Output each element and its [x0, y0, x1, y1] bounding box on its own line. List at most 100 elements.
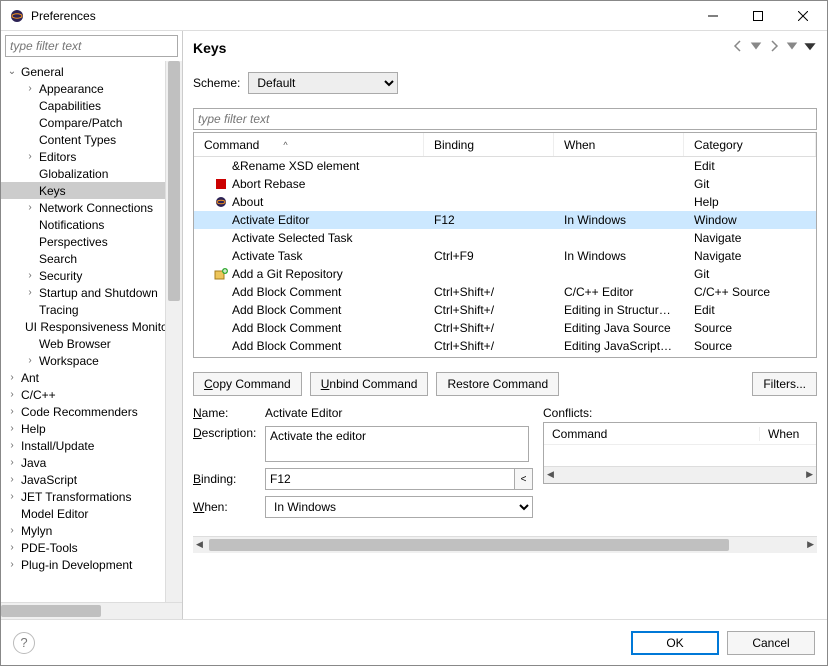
- chevron-right-icon[interactable]: ›: [5, 372, 19, 383]
- tree-item[interactable]: Content Types: [1, 131, 165, 148]
- chevron-right-icon[interactable]: ›: [23, 83, 37, 94]
- chevron-right-icon[interactable]: ›: [23, 151, 37, 162]
- binding-input[interactable]: [265, 468, 515, 490]
- tree-item[interactable]: Globalization: [1, 165, 165, 182]
- tree-item-label: Content Types: [37, 133, 116, 147]
- sidebar-filter-input[interactable]: [5, 35, 178, 57]
- chevron-right-icon[interactable]: ›: [5, 423, 19, 434]
- chevron-right-icon[interactable]: ›: [5, 542, 19, 553]
- table-row[interactable]: &Rename XSD elementEdit: [194, 157, 816, 175]
- tree-item[interactable]: ›Java: [1, 454, 165, 471]
- nav-forward-icon[interactable]: [767, 39, 781, 56]
- tree-item[interactable]: ›Plug-in Development: [1, 556, 165, 573]
- table-row[interactable]: Add BookmarkEdit: [194, 355, 816, 357]
- close-button[interactable]: [780, 2, 825, 30]
- conflicts-horizontal-scrollbar[interactable]: ◀▶: [544, 466, 816, 483]
- tree-item[interactable]: ›Startup and Shutdown: [1, 284, 165, 301]
- maximize-button[interactable]: [735, 2, 780, 30]
- column-header-binding[interactable]: Binding: [424, 133, 554, 156]
- table-filter-input[interactable]: [193, 108, 817, 130]
- restore-command-button[interactable]: Restore Command: [436, 372, 559, 396]
- column-header-category[interactable]: Category: [684, 133, 816, 156]
- tree-item-label: Globalization: [37, 167, 108, 181]
- nav-back-icon[interactable]: [731, 39, 745, 56]
- table-row[interactable]: Add Block CommentCtrl+Shift+/Editing Jav…: [194, 319, 816, 337]
- column-header-command[interactable]: Command^: [194, 133, 424, 156]
- nav-forward-menu-icon[interactable]: [785, 39, 799, 56]
- help-icon[interactable]: ?: [13, 632, 35, 654]
- chevron-right-icon[interactable]: ›: [5, 389, 19, 400]
- table-row[interactable]: Add Block CommentCtrl+Shift+/Editing in …: [194, 301, 816, 319]
- tree-item[interactable]: ›Network Connections: [1, 199, 165, 216]
- table-row[interactable]: Activate EditorF12In WindowsWindow: [194, 211, 816, 229]
- tree-item[interactable]: ›Help: [1, 420, 165, 437]
- chevron-right-icon[interactable]: ›: [5, 491, 19, 502]
- tree-item[interactable]: ›Mylyn: [1, 522, 165, 539]
- table-row[interactable]: Add Block CommentCtrl+Shift+/Editing Jav…: [194, 337, 816, 355]
- cell-binding: Ctrl+F9: [424, 249, 554, 263]
- tree-item[interactable]: ›JET Transformations: [1, 488, 165, 505]
- conflicts-col-command[interactable]: Command: [544, 427, 760, 441]
- blank-icon: [214, 213, 228, 227]
- tree-item[interactable]: ›Workspace: [1, 352, 165, 369]
- main-horizontal-scrollbar[interactable]: ◀▶: [193, 536, 817, 553]
- tree-item[interactable]: UI Responsiveness Monitoring: [1, 318, 165, 335]
- conflicts-col-when[interactable]: When: [760, 427, 816, 441]
- chevron-down-icon[interactable]: ⌄: [5, 66, 19, 77]
- tree-item[interactable]: ›C/C++: [1, 386, 165, 403]
- table-row[interactable]: Activate TaskCtrl+F9In WindowsNavigate: [194, 247, 816, 265]
- tree-item[interactable]: ›Code Recommenders: [1, 403, 165, 420]
- cell-when: Editing in Structured ...: [554, 303, 684, 317]
- tree-item[interactable]: ⌄General: [1, 63, 165, 80]
- chevron-right-icon[interactable]: ›: [5, 525, 19, 536]
- view-menu-icon[interactable]: [803, 39, 817, 56]
- tree-item[interactable]: ›Install/Update: [1, 437, 165, 454]
- tree-item[interactable]: ›PDE-Tools: [1, 539, 165, 556]
- tree-item[interactable]: ›Ant: [1, 369, 165, 386]
- table-row[interactable]: Add Block CommentCtrl+Shift+/C/C++ Edito…: [194, 283, 816, 301]
- column-header-when[interactable]: When: [554, 133, 684, 156]
- chevron-right-icon[interactable]: ›: [23, 270, 37, 281]
- when-select[interactable]: In Windows: [265, 496, 533, 518]
- chevron-right-icon[interactable]: ›: [5, 406, 19, 417]
- unbind-command-button[interactable]: Unbind Command: [310, 372, 429, 396]
- chevron-right-icon[interactable]: ›: [23, 202, 37, 213]
- tree-item[interactable]: Search: [1, 250, 165, 267]
- tree-item[interactable]: ›JavaScript: [1, 471, 165, 488]
- description-label: Description:: [193, 426, 259, 440]
- tree-item[interactable]: Model Editor: [1, 505, 165, 522]
- chevron-right-icon[interactable]: ›: [23, 287, 37, 298]
- tree-item[interactable]: ›Security: [1, 267, 165, 284]
- table-row[interactable]: Abort RebaseGit: [194, 175, 816, 193]
- nav-back-menu-icon[interactable]: [749, 39, 763, 56]
- ok-button[interactable]: OK: [631, 631, 719, 655]
- table-row[interactable]: AboutHelp: [194, 193, 816, 211]
- description-textarea[interactable]: Activate the editor: [265, 426, 529, 462]
- copy-command-button[interactable]: Copy Command: [193, 372, 302, 396]
- chevron-right-icon[interactable]: ›: [23, 355, 37, 366]
- tree-vertical-scrollbar[interactable]: [165, 61, 182, 602]
- chevron-right-icon[interactable]: ›: [5, 559, 19, 570]
- tree-item[interactable]: Compare/Patch: [1, 114, 165, 131]
- tree-item[interactable]: Keys: [1, 182, 165, 199]
- preferences-tree[interactable]: ⌄General›AppearanceCapabilitiesCompare/P…: [1, 61, 165, 602]
- chevron-right-icon[interactable]: ›: [5, 440, 19, 451]
- table-row[interactable]: Activate Selected TaskNavigate: [194, 229, 816, 247]
- tree-item[interactable]: ›Appearance: [1, 80, 165, 97]
- chevron-right-icon[interactable]: ›: [5, 474, 19, 485]
- tree-item[interactable]: ›Editors: [1, 148, 165, 165]
- chevron-right-icon[interactable]: ›: [5, 457, 19, 468]
- tree-item[interactable]: Tracing: [1, 301, 165, 318]
- filters-button[interactable]: Filters...: [752, 372, 817, 396]
- tree-item[interactable]: Notifications: [1, 216, 165, 233]
- tree-item[interactable]: Perspectives: [1, 233, 165, 250]
- binding-history-button[interactable]: <: [515, 468, 533, 490]
- tree-horizontal-scrollbar[interactable]: [1, 602, 182, 619]
- scheme-select[interactable]: Default: [248, 72, 398, 94]
- tree-item[interactable]: Web Browser: [1, 335, 165, 352]
- cancel-button[interactable]: Cancel: [727, 631, 815, 655]
- table-row[interactable]: Add a Git RepositoryGit: [194, 265, 816, 283]
- minimize-button[interactable]: [690, 2, 735, 30]
- name-value: Activate Editor: [265, 406, 342, 420]
- tree-item[interactable]: Capabilities: [1, 97, 165, 114]
